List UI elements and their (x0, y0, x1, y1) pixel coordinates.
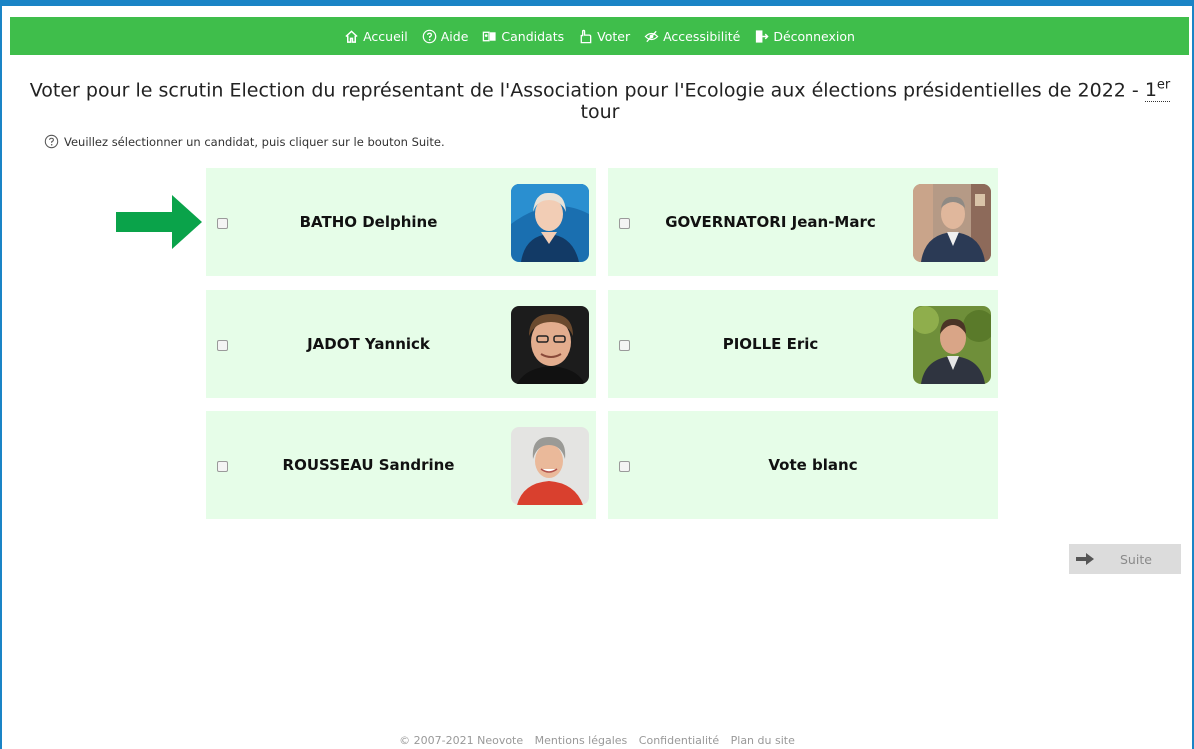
candidate-name: PIOLLE Eric (722, 335, 819, 353)
nav-label: Déconnexion (773, 28, 855, 44)
round-number: 1er (1144, 78, 1171, 103)
title-sup: er (1156, 78, 1171, 93)
title-num: 1 (1144, 79, 1157, 102)
candidate-photo (511, 427, 589, 505)
eye-slash-icon (644, 30, 659, 42)
candidate-card-vote-blanc[interactable]: Vote blanc (608, 411, 998, 519)
logout-icon (756, 29, 769, 43)
nav-label: Voter (597, 28, 631, 44)
candidate-name: GOVERNATORI Jean-Marc (665, 213, 876, 231)
candidate-card-batho[interactable]: BATHO Delphine (206, 168, 596, 276)
nav-item-voter[interactable]: Voter (578, 29, 630, 44)
candidate-checkbox[interactable] (217, 218, 228, 229)
candidate-card-governatori[interactable]: GOVERNATORI Jean-Marc (608, 168, 998, 276)
nav-item-accueil[interactable]: Accueil (344, 29, 408, 44)
title-end: tour (580, 101, 620, 124)
candidate-card-piolle[interactable]: PIOLLE Eric (608, 290, 998, 398)
candidate-name: BATHO Delphine (299, 213, 438, 231)
candidate-card-jadot[interactable]: JADOT Yannick (206, 290, 596, 398)
footer-link-confidentialite[interactable]: Confidentialité (639, 734, 719, 747)
nav-item-candidats[interactable]: Candidats (482, 29, 564, 44)
nav-label: Accessibilité (663, 28, 741, 44)
footer-link-mentions[interactable]: Mentions légales (535, 734, 628, 747)
candidate-photo (913, 306, 991, 384)
footer-link-plan[interactable]: Plan du site (731, 734, 795, 747)
help-icon (44, 134, 59, 149)
nav-label: Accueil (363, 28, 408, 44)
page-title: Voter pour le scrutin Election du représ… (20, 75, 1180, 123)
nav-item-accessibilite[interactable]: Accessibilité (644, 29, 740, 44)
nav-item-aide[interactable]: Aide (422, 28, 469, 44)
candidate-photo (511, 184, 589, 262)
candidate-name: ROUSSEAU Sandrine (282, 456, 455, 474)
suite-label: Suite (1120, 551, 1152, 567)
nav-label: Aide (440, 28, 469, 44)
candidate-checkbox[interactable] (619, 340, 630, 351)
candidate-card-rousseau[interactable]: ROUSSEAU Sandrine (206, 411, 596, 519)
arrow-right-icon (116, 195, 202, 249)
candidate-checkbox[interactable] (619, 218, 630, 229)
suite-button[interactable]: Suite (1069, 544, 1181, 574)
title-main: Voter pour le scrutin Election du représ… (29, 79, 1145, 102)
vote-icon (580, 29, 592, 43)
help-icon (422, 29, 437, 43)
footer: © 2007-2021 Neovote Mentions légales Con… (0, 734, 1194, 747)
nav-label: Candidats (501, 28, 565, 44)
help-instruction: Veuillez sélectionner un candidat, puis … (44, 134, 445, 149)
candidates-icon (483, 31, 496, 41)
nav-item-deconnexion[interactable]: Déconnexion (754, 29, 855, 44)
candidate-photo (913, 184, 991, 262)
top-navbar: Accueil Aide Candidats Voter Accessibili… (10, 17, 1189, 55)
footer-copyright: © 2007-2021 Neovote (399, 734, 524, 747)
home-icon (345, 29, 358, 43)
help-text: Veuillez sélectionner un candidat, puis … (64, 134, 445, 149)
candidate-name: JADOT Yannick (307, 335, 430, 353)
candidate-name: Vote blanc (768, 456, 858, 474)
candidate-checkbox[interactable] (217, 461, 228, 472)
candidate-photo (511, 306, 589, 384)
candidate-checkbox[interactable] (217, 340, 228, 351)
candidate-checkbox[interactable] (619, 461, 630, 472)
arrow-right-icon (1076, 553, 1094, 565)
